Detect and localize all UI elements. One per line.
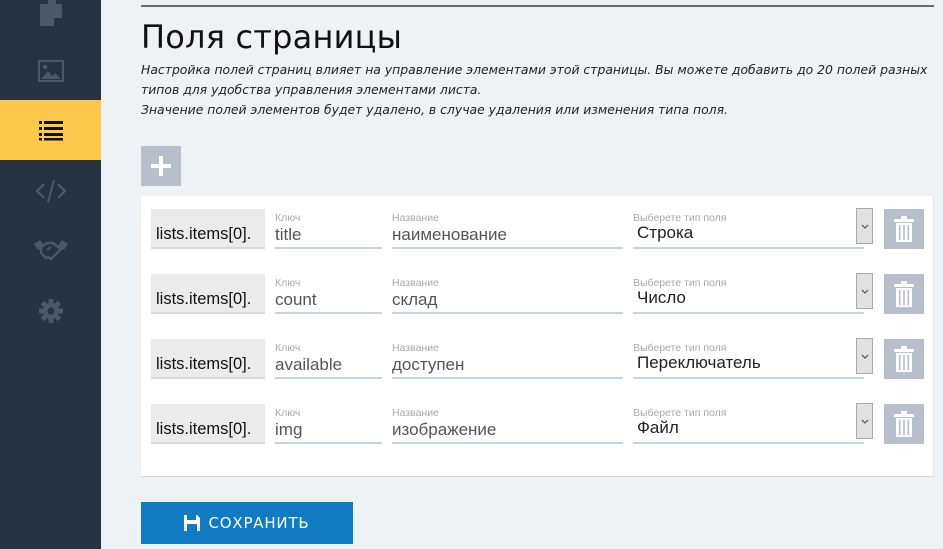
- plus-icon: [151, 156, 171, 176]
- key-prefix: lists.items[0].: [151, 404, 265, 444]
- files-icon: [39, 0, 62, 26]
- name-value: изображение: [392, 420, 497, 439]
- description-line-1: Настройка полей страниц влияет на управл…: [141, 62, 928, 97]
- key-label: Ключ: [275, 407, 301, 419]
- type-select-toggle[interactable]: [856, 273, 873, 309]
- sidebar-item-media[interactable]: [0, 41, 101, 101]
- sidebar-item-settings[interactable]: [0, 281, 101, 341]
- add-field-button[interactable]: [141, 146, 181, 186]
- chevron-down-icon: [861, 354, 868, 359]
- sidebar-item-pages[interactable]: [0, 0, 101, 42]
- type-select-toggle[interactable]: [856, 208, 873, 244]
- delete-field-button[interactable]: [884, 274, 924, 314]
- name-label: Название: [392, 212, 439, 224]
- key-prefix: lists.items[0].: [151, 339, 265, 379]
- type-value: Переключатель: [637, 353, 761, 372]
- name-input[interactable]: Название наименование: [392, 207, 623, 249]
- sidebar-item-code[interactable]: [0, 161, 101, 221]
- name-label: Название: [392, 407, 439, 419]
- gear-icon: [38, 299, 63, 323]
- name-input[interactable]: Название изображение: [392, 402, 623, 444]
- name-value: наименование: [392, 225, 507, 244]
- description-line-2: Значение полей элементов будет удалено, …: [141, 102, 728, 117]
- key-input[interactable]: Ключ count: [275, 272, 382, 314]
- save-button-label: СОХРАНИТЬ: [208, 514, 310, 532]
- trash-icon: [894, 411, 914, 437]
- trash-icon: [894, 281, 914, 307]
- key-value: count: [275, 290, 317, 309]
- type-select-toggle[interactable]: [856, 338, 873, 374]
- name-label: Название: [392, 277, 439, 289]
- name-input[interactable]: Название доступен: [392, 337, 623, 379]
- chevron-down-icon: [861, 289, 868, 294]
- type-select[interactable]: Выберете тип поля Число: [633, 272, 864, 314]
- sidebar-item-partners[interactable]: [0, 220, 101, 280]
- save-button[interactable]: СОХРАНИТЬ: [141, 502, 353, 544]
- name-value: доступен: [392, 355, 465, 374]
- fields-card: lists.items[0]. Ключ title Название наим…: [141, 196, 934, 477]
- type-select[interactable]: Выберете тип поля Переключатель: [633, 337, 864, 379]
- key-value: img: [275, 420, 303, 439]
- code-icon: [34, 179, 67, 203]
- trash-icon: [894, 216, 914, 242]
- type-select[interactable]: Выберете тип поля Файл: [633, 402, 864, 444]
- key-prefix: lists.items[0].: [151, 209, 265, 249]
- type-value: Файл: [637, 418, 679, 437]
- key-input[interactable]: Ключ img: [275, 402, 382, 444]
- field-row: lists.items[0]. Ключ img Название изобра…: [151, 402, 924, 446]
- trash-icon: [894, 346, 914, 372]
- type-value: Строка: [637, 223, 694, 242]
- header-divider: [141, 5, 934, 7]
- type-select-toggle[interactable]: [856, 403, 873, 439]
- chevron-down-icon: [861, 419, 868, 424]
- sidebar: [0, 0, 101, 549]
- delete-field-button[interactable]: [884, 209, 924, 249]
- type-value: Число: [637, 288, 686, 307]
- key-label: Ключ: [275, 212, 301, 224]
- field-row: lists.items[0]. Ключ available Название …: [151, 337, 924, 381]
- handshake-icon: [33, 240, 68, 261]
- list-icon: [38, 121, 63, 141]
- page-title: Поля страницы: [141, 18, 403, 56]
- image-icon: [37, 60, 64, 82]
- type-select[interactable]: Выберете тип поля Строка: [633, 207, 864, 249]
- key-input[interactable]: Ключ available: [275, 337, 382, 379]
- key-label: Ключ: [275, 277, 301, 289]
- key-value: available: [275, 355, 343, 374]
- page-description: Настройка полей страниц влияет на управл…: [141, 60, 931, 120]
- delete-field-button[interactable]: [884, 404, 924, 444]
- field-row: lists.items[0]. Ключ count Название скла…: [151, 272, 924, 316]
- key-prefix: lists.items[0].: [151, 274, 265, 314]
- key-value: title: [275, 225, 302, 244]
- name-value: склад: [392, 290, 438, 309]
- key-label: Ключ: [275, 342, 301, 354]
- key-input[interactable]: Ключ title: [275, 207, 382, 249]
- field-row: lists.items[0]. Ключ title Название наим…: [151, 207, 924, 251]
- sidebar-item-lists[interactable]: [0, 100, 101, 160]
- floppy-disk-icon: [184, 515, 201, 531]
- name-input[interactable]: Название склад: [392, 272, 623, 314]
- chevron-down-icon: [861, 224, 868, 229]
- delete-field-button[interactable]: [884, 339, 924, 379]
- name-label: Название: [392, 342, 439, 354]
